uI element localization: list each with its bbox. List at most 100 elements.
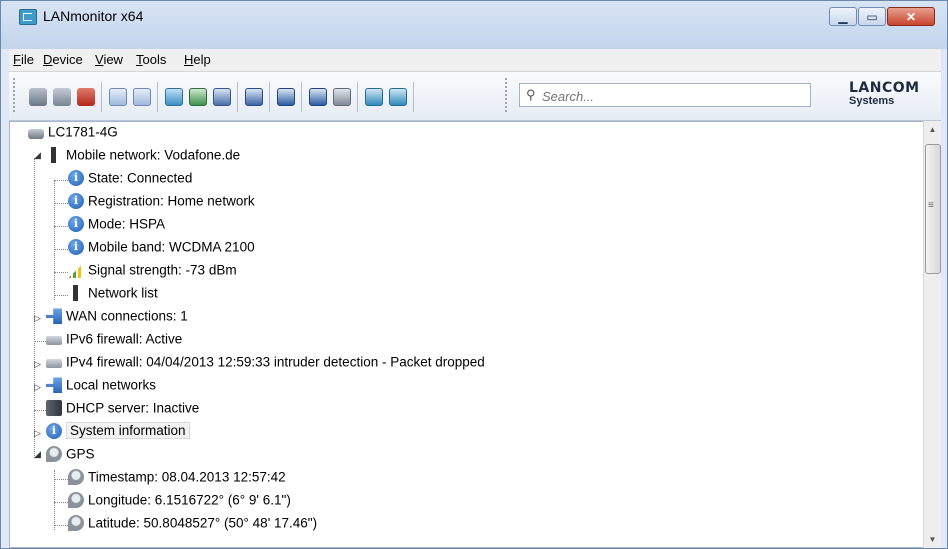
lancom-app-icon[interactable] xyxy=(365,88,383,106)
minimize-button[interactable]: ▁ xyxy=(829,7,857,26)
tree-node-ipv4-firewall[interactable]: IPv4 firewall: 04/04/2013 12:59:33 intru… xyxy=(46,352,485,372)
menu-file[interactable]: File xyxy=(13,52,34,67)
vertical-scrollbar[interactable]: ▲ ▼ xyxy=(923,121,941,548)
maximize-icon: ▭ xyxy=(866,10,878,24)
move-right-icon[interactable] xyxy=(133,88,151,106)
tree-node-label: Registration: Home network xyxy=(88,193,255,209)
disconnect-icon[interactable] xyxy=(53,88,71,106)
toolbar-separator xyxy=(237,82,238,112)
toolbar-separator xyxy=(157,82,158,112)
toolbar-separator xyxy=(301,82,302,112)
tree-node-dhcp[interactable]: DHCP server: Inactive xyxy=(46,398,199,418)
menu-device-accel: D xyxy=(43,52,53,67)
menu-tools[interactable]: Tools xyxy=(136,52,166,67)
tree-node-label: Local networks xyxy=(66,377,157,393)
tree-node-mobile-network[interactable]: Mobile network: Vodafone.de xyxy=(46,145,240,165)
app-window: LANmonitor x64 ▁ ▭ ✕ File Device View To… xyxy=(0,0,948,549)
tree-node-mode[interactable]: Mode: HSPA xyxy=(68,214,165,234)
move-left-icon[interactable] xyxy=(109,88,127,106)
expand-arrow-icon[interactable]: ▷ xyxy=(34,428,41,438)
tree-node-system-information[interactable]: System information xyxy=(46,421,190,441)
gps-pin-icon xyxy=(46,446,62,463)
network-icon xyxy=(46,308,62,325)
collapse-arrow-icon[interactable]: ◢ xyxy=(34,150,41,160)
tree-node-label: System information xyxy=(66,422,190,440)
toolbar-grip[interactable] xyxy=(13,78,18,112)
tree-connector xyxy=(54,295,68,296)
title-bar[interactable]: LANmonitor x64 ▁ ▭ ✕ xyxy=(1,1,947,49)
tree-node-wan[interactable]: WAN connections: 1 xyxy=(46,306,188,326)
log-icon[interactable] xyxy=(245,88,263,106)
menu-help[interactable]: Help xyxy=(184,52,211,67)
minimize-icon: ▁ xyxy=(838,10,848,24)
tree-node-label: GPS xyxy=(66,446,95,462)
menu-view[interactable]: View xyxy=(95,52,123,67)
find-icon[interactable] xyxy=(309,88,327,106)
configure-icon[interactable] xyxy=(165,88,183,106)
app-icon xyxy=(19,9,37,25)
cellular-antenna-icon xyxy=(46,147,62,164)
tree-node-local-networks[interactable]: Local networks xyxy=(46,375,156,395)
tree-node-device[interactable]: LC1781-4G xyxy=(28,122,118,142)
tree-node-label: IPv6 firewall: Active xyxy=(66,331,183,347)
network-icon xyxy=(46,377,62,394)
gps-pin-icon xyxy=(68,492,84,509)
expand-arrow-icon[interactable]: ▷ xyxy=(34,313,41,323)
table-icon[interactable] xyxy=(189,88,207,106)
search-box[interactable]: ⚲ xyxy=(519,83,811,107)
tree-node-network-list[interactable]: Network list xyxy=(68,283,158,303)
menu-device[interactable]: Device xyxy=(43,52,83,67)
lock-icon[interactable] xyxy=(213,88,231,106)
gps-pin-icon xyxy=(68,469,84,486)
tree-connector xyxy=(54,272,68,273)
menu-file-accel: F xyxy=(13,52,21,67)
device-tree: LC1781-4G ◢ Mobile network: Vodafone.de … xyxy=(9,121,923,548)
wlan-icon[interactable] xyxy=(389,88,407,106)
tree-node-label: Mobile network: Vodafone.de xyxy=(66,147,241,163)
tree-node-gps[interactable]: GPS xyxy=(46,444,95,464)
logo-text: LANCOM xyxy=(849,80,920,96)
tree-node-band[interactable]: Mobile band: WCDMA 2100 xyxy=(68,237,255,257)
tree-node-longitude[interactable]: Longitude: 6.1516722° (6° 9' 6.1") xyxy=(68,490,291,510)
window-title: LANmonitor x64 xyxy=(43,8,144,24)
monitor-icon[interactable] xyxy=(277,88,295,106)
scroll-down-icon[interactable]: ▼ xyxy=(924,531,941,548)
search-input[interactable] xyxy=(540,86,806,106)
statistics-icon[interactable] xyxy=(333,88,351,106)
toolbar-separator xyxy=(357,82,358,112)
maximize-button[interactable]: ▭ xyxy=(858,7,886,26)
toolbar: ⚲ LANCOM Systems xyxy=(9,72,941,121)
collapse-arrow-icon[interactable]: ◢ xyxy=(34,449,41,459)
cellular-antenna-icon xyxy=(68,285,84,302)
menu-view-label: iew xyxy=(103,52,123,67)
tree-connector xyxy=(54,180,68,181)
menu-file-label: ile xyxy=(20,52,34,67)
tree-connector xyxy=(54,525,68,526)
close-button[interactable]: ✕ xyxy=(887,7,935,26)
lancom-logo: LANCOM Systems xyxy=(849,80,939,107)
expand-arrow-icon[interactable]: ▷ xyxy=(34,359,41,369)
gps-pin-icon xyxy=(68,515,84,532)
tree-node-registration[interactable]: Registration: Home network xyxy=(68,191,255,211)
logo-subtext: Systems xyxy=(849,95,895,107)
tree-connector xyxy=(54,226,68,227)
toolbar-grip[interactable] xyxy=(505,78,510,112)
remove-device-icon[interactable] xyxy=(77,88,95,106)
tree-node-state[interactable]: State: Connected xyxy=(68,168,192,188)
expand-arrow-icon[interactable]: ▷ xyxy=(34,382,41,392)
tree-node-ipv6-firewall[interactable]: IPv6 firewall: Active xyxy=(46,329,182,349)
tree-node-label: Latitude: 50.8048527° (50° 48' 17.46") xyxy=(88,515,318,531)
firewall-icon xyxy=(46,359,62,369)
scroll-thumb[interactable] xyxy=(925,144,941,274)
tree-node-label: IPv4 firewall: 04/04/2013 12:59:33 intru… xyxy=(66,354,485,370)
tree-node-label: Timestamp: 08.04.2013 12:57:42 xyxy=(88,469,286,485)
scroll-up-icon[interactable]: ▲ xyxy=(924,121,941,138)
toolbar-separator xyxy=(101,82,102,112)
connect-icon[interactable] xyxy=(29,88,47,106)
menu-help-accel: H xyxy=(184,52,194,67)
tree-node-timestamp[interactable]: Timestamp: 08.04.2013 12:57:42 xyxy=(68,467,286,487)
tree-node-latitude[interactable]: Latitude: 50.8048527° (50° 48' 17.46") xyxy=(68,513,317,533)
tree-node-label: Network list xyxy=(88,285,158,301)
tree-node-signal[interactable]: Signal strength: -73 dBm xyxy=(68,260,237,280)
firewall-icon xyxy=(46,336,62,346)
